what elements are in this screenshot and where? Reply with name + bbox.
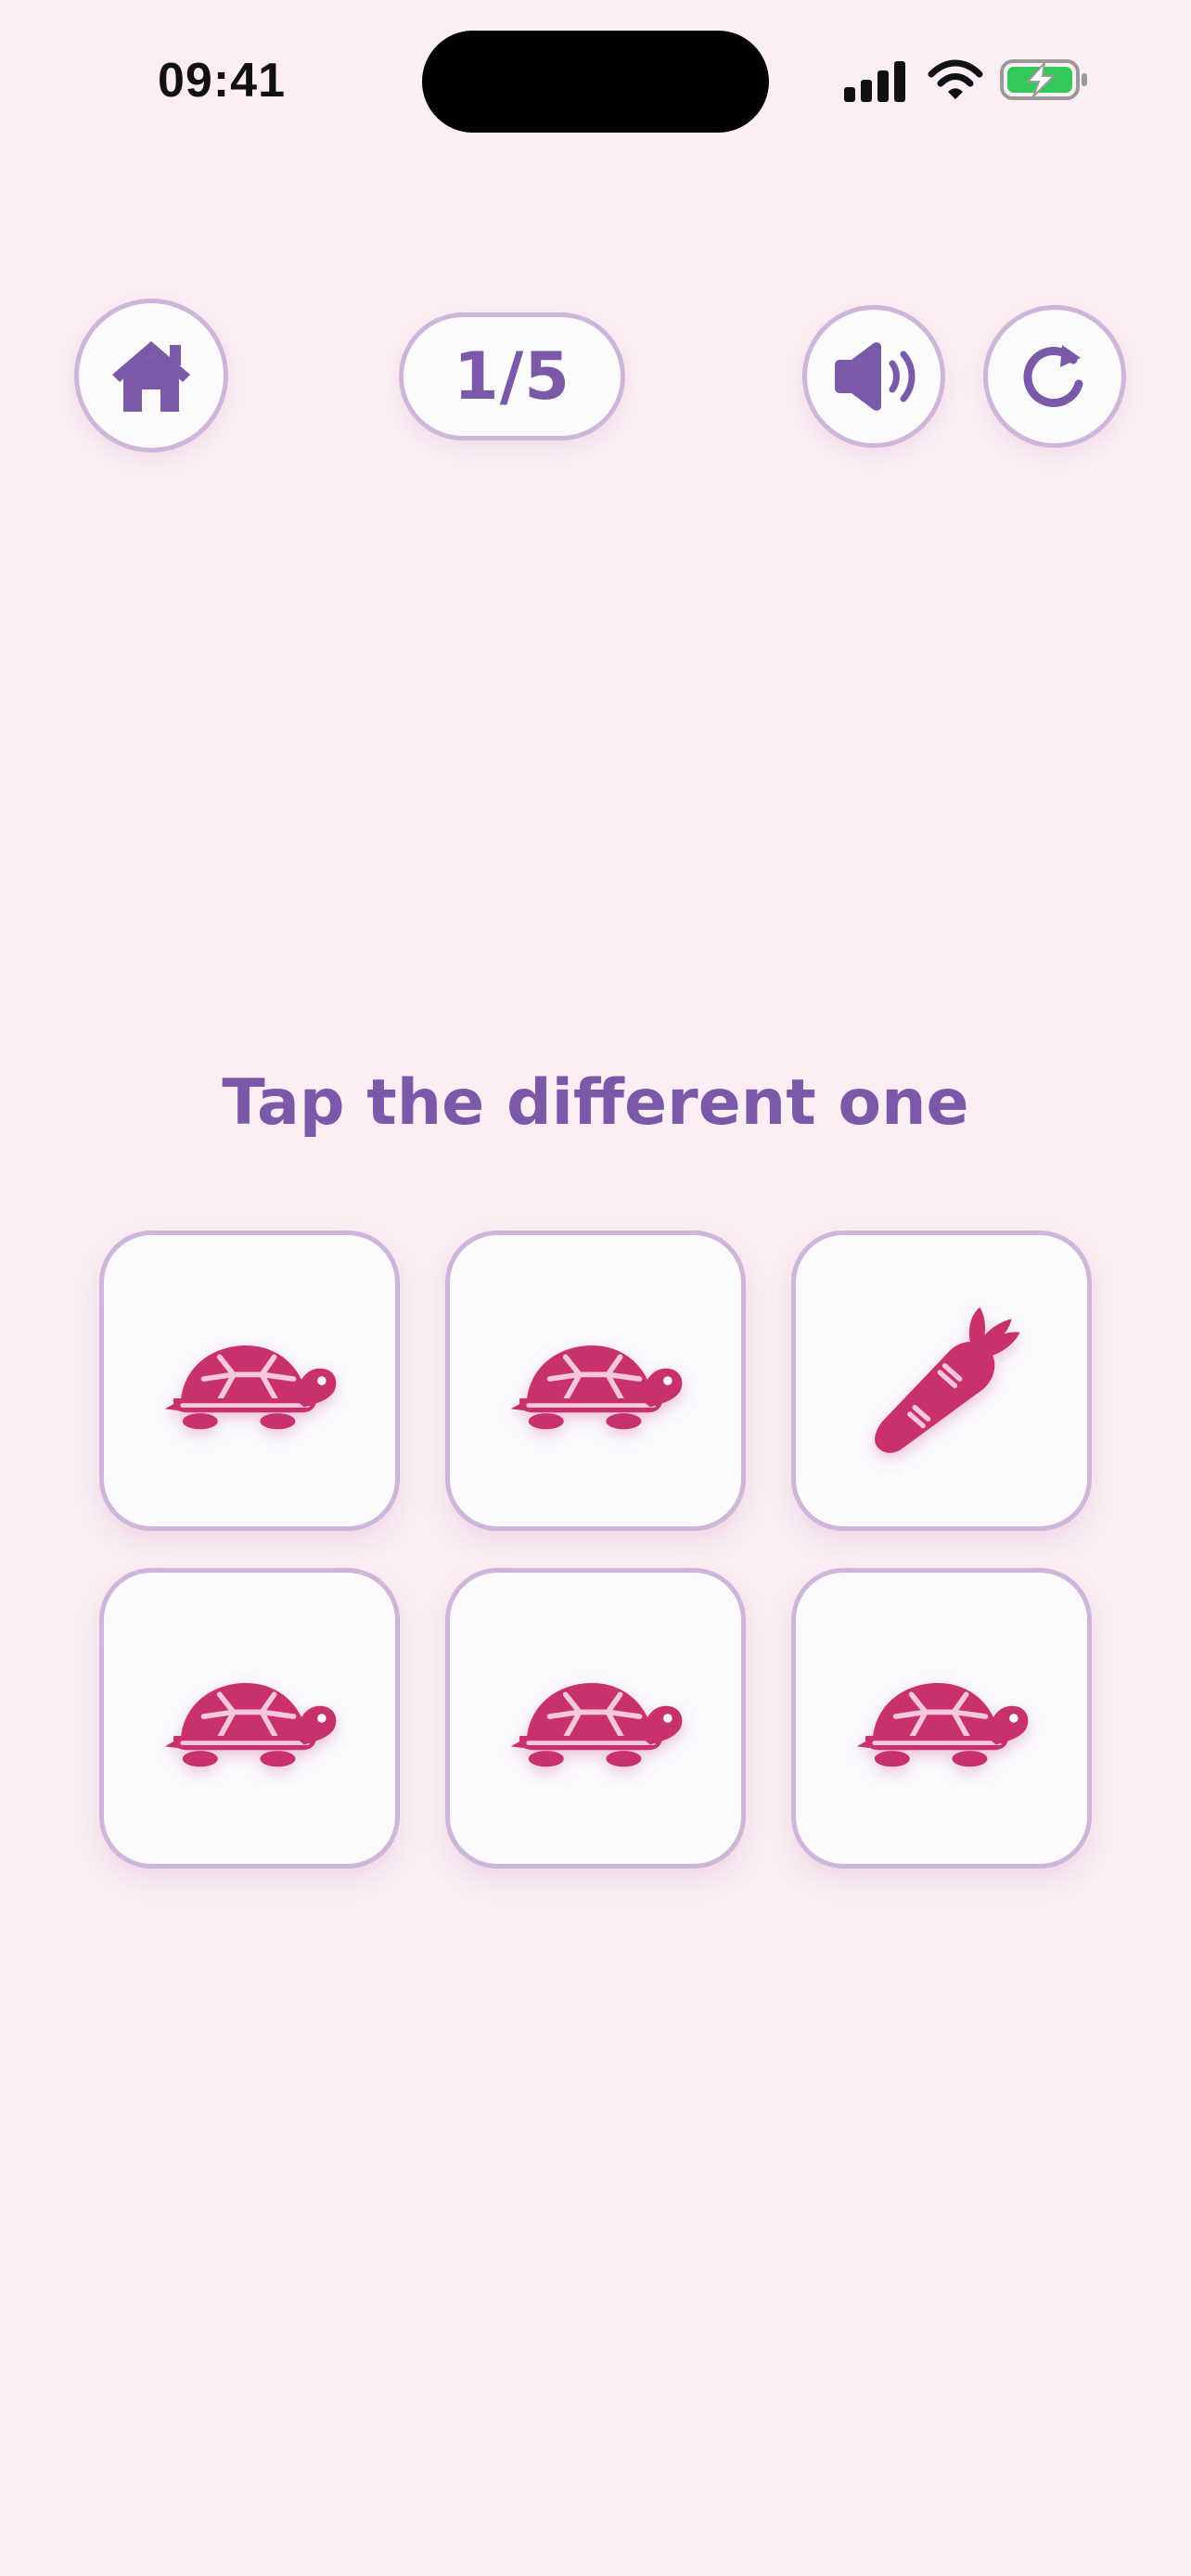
choice-card[interactable] [445, 1231, 746, 1531]
wifi-icon [928, 59, 983, 99]
signal-icon [844, 61, 905, 102]
replay-button[interactable] [983, 305, 1126, 448]
sound-button[interactable] [802, 305, 945, 448]
choice-card[interactable] [99, 1231, 400, 1531]
replay-icon [1023, 345, 1083, 407]
progress-indicator: 1/5 [399, 312, 625, 440]
home-icon [112, 341, 190, 412]
choice-card[interactable] [791, 1231, 1092, 1531]
choice-card[interactable] [791, 1568, 1092, 1868]
turtle-icon [161, 1328, 338, 1434]
status-time: 09:41 [158, 54, 286, 108]
choice-card[interactable] [99, 1568, 400, 1868]
home-button[interactable] [74, 299, 228, 453]
carrot-icon [858, 1297, 1025, 1464]
turtle-icon [507, 1328, 684, 1434]
turtle-icon [161, 1665, 338, 1771]
speaker-icon [835, 342, 916, 411]
status-icons [835, 56, 1095, 102]
progress-text: 1/5 [454, 338, 570, 414]
choice-card[interactable] [445, 1568, 746, 1868]
dynamic-island [422, 31, 769, 133]
battery-icon [1000, 59, 1087, 100]
instruction-text: Tap the different one [222, 1066, 969, 1140]
turtle-icon [507, 1665, 684, 1771]
turtle-icon [853, 1665, 1030, 1771]
